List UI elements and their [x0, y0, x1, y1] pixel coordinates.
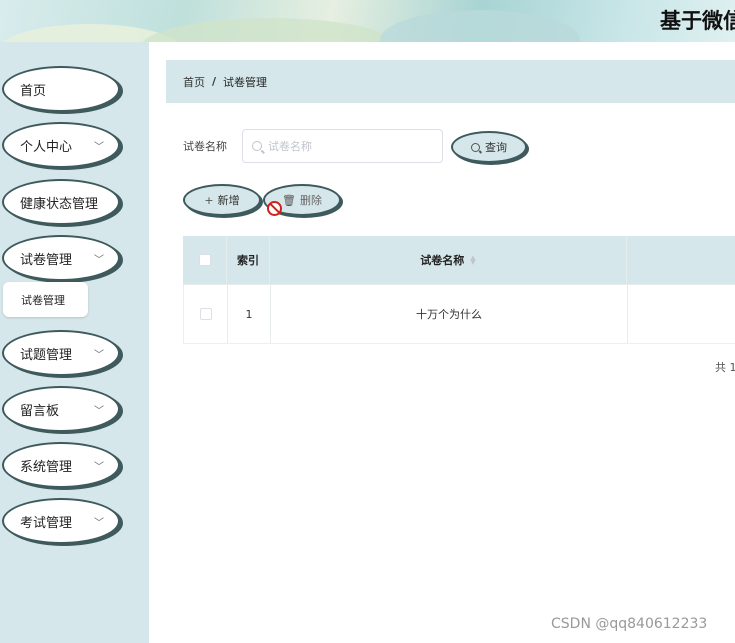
- sidebar-item-personal-center[interactable]: 个人中心 ﹀: [2, 122, 120, 168]
- column-header-name-label: 试卷名称: [420, 254, 465, 267]
- row-checkbox[interactable]: [199, 308, 212, 320]
- sidebar-item-label: 留言板: [20, 403, 60, 419]
- chevron-down-icon: ﹀: [94, 142, 104, 153]
- watermark: CSDN @qq840612233: [551, 616, 708, 632]
- breadcrumb: 首页 / 试卷管理: [166, 60, 735, 103]
- banner-decoration: [380, 10, 580, 42]
- trash-icon: 🗑: [282, 193, 296, 207]
- sidebar-item-exam[interactable]: 考试管理 ﹀: [2, 498, 120, 544]
- submenu-item-exam-paper[interactable]: 试卷管理: [3, 282, 88, 317]
- column-header-extra: [627, 236, 735, 284]
- sidebar-item-home[interactable]: 首页: [2, 66, 120, 112]
- row-index: 1: [228, 285, 271, 343]
- breadcrumb-separator: /: [212, 75, 217, 88]
- not-allowed-cursor-icon: [267, 201, 282, 216]
- search-input[interactable]: [268, 139, 418, 153]
- sidebar-item-label: 首页: [20, 83, 47, 99]
- sort-icon[interactable]: ▲ ▼: [470, 255, 475, 266]
- app-title: 基于微信: [660, 9, 735, 33]
- sidebar-item-system[interactable]: 系统管理 ﹀: [2, 442, 120, 488]
- add-button-label: 新增: [217, 194, 240, 207]
- header-checkbox-cell: [183, 236, 227, 284]
- sidebar-item-questions[interactable]: 试题管理 ﹀: [2, 330, 120, 376]
- pagination-total: 共 1: [715, 361, 735, 374]
- exam-paper-table: 索引 试卷名称 ▲ ▼ 1 十万个为什么: [183, 236, 735, 344]
- sidebar-item-label: 健康状态管理: [20, 196, 99, 212]
- sidebar-item-label: 试题管理: [20, 347, 73, 363]
- delete-button-label: 删除: [299, 194, 322, 207]
- search-icon: [471, 142, 480, 152]
- chevron-down-icon: ﹀: [94, 406, 104, 417]
- sidebar: 首页 个人中心 ﹀ 健康状态管理 试卷管理 ﹀ 试卷管理 试题管理 ﹀ 留言板 ﹀ 系统…: [0, 42, 149, 643]
- sidebar-item-label: 系统管理: [20, 459, 73, 475]
- select-all-checkbox[interactable]: [198, 254, 211, 266]
- breadcrumb-current: 试卷管理: [223, 75, 268, 89]
- breadcrumb-home[interactable]: 首页: [183, 74, 205, 90]
- row-name: 十万个为什么: [271, 285, 628, 343]
- table-header: 索引 试卷名称 ▲ ▼: [183, 236, 735, 285]
- row-extra: [628, 285, 735, 343]
- column-header-index: 索引: [227, 236, 270, 284]
- search-icon: [252, 141, 262, 151]
- chevron-down-icon: ﹀: [94, 255, 104, 266]
- sidebar-item-health-status[interactable]: 健康状态管理: [2, 179, 120, 225]
- table-row: 1 十万个为什么: [183, 285, 735, 344]
- query-button[interactable]: 查询: [451, 131, 527, 163]
- sidebar-item-exam-paper[interactable]: 试卷管理 ﹀: [2, 235, 120, 281]
- plus-icon: +: [204, 193, 214, 207]
- row-checkbox-cell: [184, 285, 228, 343]
- chevron-down-icon: ﹀: [94, 462, 104, 473]
- add-button[interactable]: + 新增: [183, 184, 261, 216]
- search-label: 试卷名称: [183, 140, 227, 153]
- sidebar-item-label: 考试管理: [20, 515, 73, 531]
- query-button-label: 查询: [485, 141, 507, 154]
- sidebar-item-label: 试卷管理: [20, 252, 73, 268]
- sidebar-item-label: 个人中心: [20, 139, 73, 155]
- column-header-name[interactable]: 试卷名称 ▲ ▼: [270, 236, 627, 284]
- header-banner: 基于微信: [0, 0, 735, 42]
- chevron-down-icon: ﹀: [94, 518, 104, 529]
- banner-decoration: [140, 18, 400, 42]
- sidebar-item-message-board[interactable]: 留言板 ﹀: [2, 386, 120, 432]
- search-field[interactable]: [242, 129, 443, 163]
- chevron-down-icon: ﹀: [94, 350, 104, 361]
